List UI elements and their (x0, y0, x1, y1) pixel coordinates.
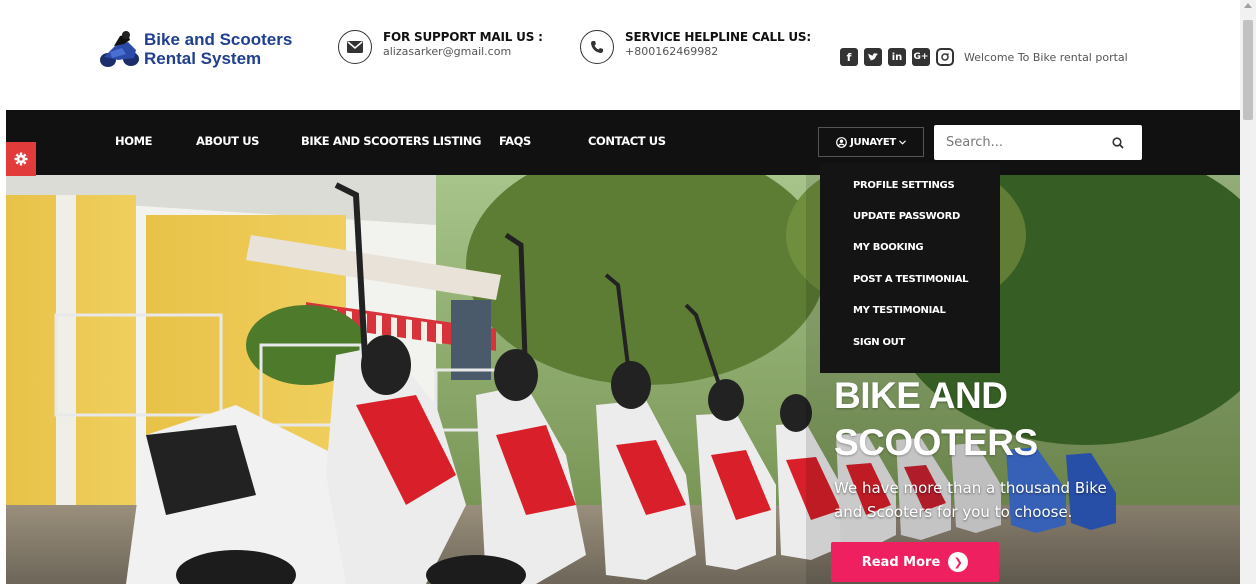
phone-icon (580, 30, 614, 64)
scroll-thumb[interactable] (1243, 20, 1253, 120)
menu-profile-settings[interactable]: PROFILE SETTINGS (853, 180, 955, 191)
menu-update-password[interactable]: UPDATE PASSWORD (853, 211, 960, 222)
read-more-label: Read More (861, 554, 941, 570)
helpline-label: SERVICE HELPLINE CALL US: (625, 30, 811, 44)
menu-my-testimonial[interactable]: MY TESTIMONIAL (853, 305, 946, 316)
site-header: Bike and Scooters Rental System FOR SUPP… (0, 0, 1240, 110)
menu-post-testimonial[interactable]: POST A TESTIMONIAL (853, 274, 969, 285)
user-name: JUNAYET (850, 136, 896, 148)
helpline-value[interactable]: +800162469982 (625, 45, 811, 59)
nav-home[interactable]: HOME (115, 134, 153, 148)
chevron-right-icon: ❯ (948, 552, 969, 572)
user-dropdown-menu: PROFILE SETTINGS UPDATE PASSWORD MY BOOK… (820, 163, 1000, 373)
user-circle-icon (836, 136, 847, 148)
site-name-line1: Bike and Scooters (144, 30, 293, 49)
hero-banner: R BEST BIKE AND SCOOTERS We have more th… (6, 175, 1240, 584)
support-mail-value[interactable]: alizasarker@gmail.com (383, 45, 543, 59)
support-mail: FOR SUPPORT MAIL US : alizasarker@gmail.… (338, 30, 543, 64)
nav-listing[interactable]: BIKE AND SCOOTERS LISTING (301, 134, 481, 148)
search-icon[interactable] (1112, 136, 1124, 149)
vertical-scrollbar[interactable] (1240, 0, 1256, 584)
twitter-icon[interactable] (864, 48, 882, 66)
menu-my-booking[interactable]: MY BOOKING (853, 242, 924, 253)
user-menu-button[interactable]: JUNAYET (818, 127, 924, 157)
main-nav: HOME ABOUT US BIKE AND SCOOTERS LISTING … (6, 110, 1240, 175)
read-more-button[interactable]: Read More ❯ (831, 542, 999, 582)
gear-icon (14, 152, 28, 166)
hero-title-line2: BIKE AND (834, 375, 1008, 416)
service-helpline: SERVICE HELPLINE CALL US: +800162469982 (580, 30, 811, 64)
chevron-down-icon (899, 139, 906, 145)
support-mail-label: FOR SUPPORT MAIL US : (383, 30, 543, 44)
hero-title-line3: SCOOTERS (834, 422, 1038, 463)
site-name: Bike and Scooters Rental System (144, 30, 292, 68)
linkedin-icon[interactable]: in (888, 48, 906, 66)
nav-faqs[interactable]: FAQS (499, 134, 531, 148)
motorbike-logo-icon (100, 31, 139, 67)
nav-contact-us[interactable]: CONTACT US (588, 134, 666, 148)
facebook-icon[interactable]: f (840, 48, 858, 66)
nav-about-us[interactable]: ABOUT US (196, 134, 259, 148)
scroll-up-arrow-icon[interactable] (1244, 3, 1252, 8)
page: Bike and Scooters Rental System FOR SUPP… (0, 0, 1256, 584)
hero-subtitle: We have more than a thousand Bike and Sc… (834, 479, 1107, 521)
settings-gear-tab[interactable] (6, 142, 36, 176)
search-box (934, 125, 1142, 160)
search-input[interactable] (934, 126, 1104, 159)
site-name-line2: Rental System (144, 49, 262, 68)
menu-sign-out[interactable]: SIGN OUT (853, 337, 905, 348)
instagram-icon[interactable] (936, 48, 954, 66)
envelope-icon (338, 30, 372, 64)
site-logo[interactable]: Bike and Scooters Rental System (96, 30, 292, 70)
welcome-text: Welcome To Bike rental portal (964, 50, 1128, 64)
google-plus-icon[interactable]: G+ (912, 48, 930, 66)
social-links: f in G+ Welcome To Bike rental portal (840, 48, 1128, 66)
